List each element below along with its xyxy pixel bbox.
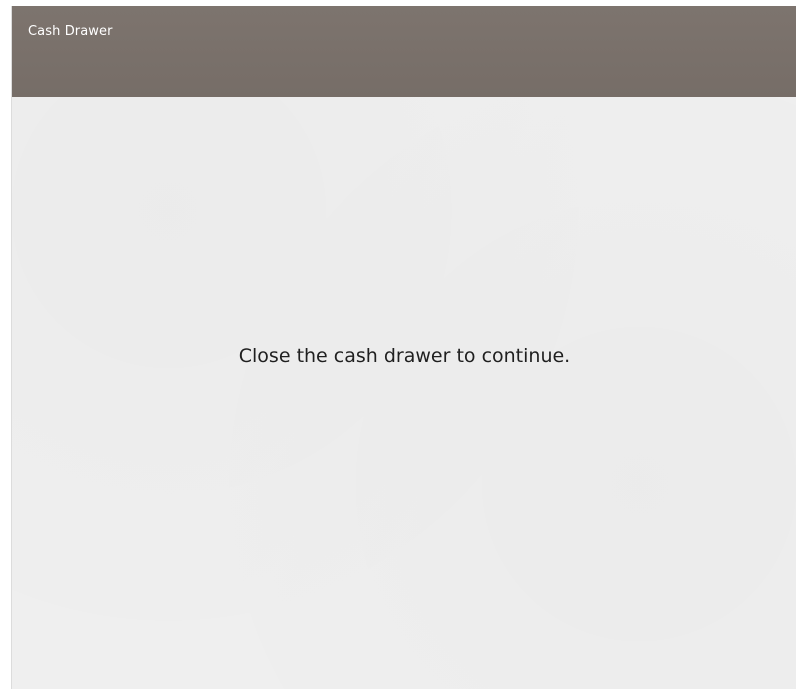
cash-drawer-dialog: Cash Drawer Close the cash drawer to con… <box>11 6 796 689</box>
dialog-content: Close the cash drawer to continue. <box>12 97 796 689</box>
close-drawer-message: Close the cash drawer to continue. <box>238 345 571 367</box>
dialog-title: Cash Drawer <box>28 24 113 39</box>
dialog-titlebar: Cash Drawer <box>12 6 796 97</box>
